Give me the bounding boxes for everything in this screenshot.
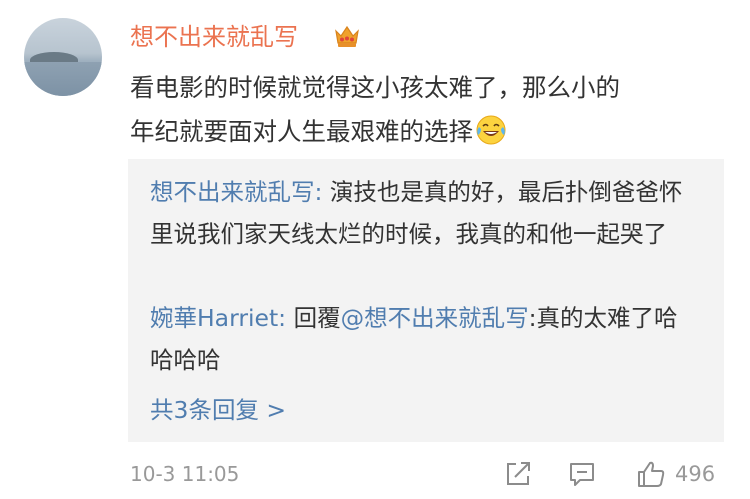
reply-prefix: 回覆 (286, 304, 341, 332)
reply-item[interactable]: 想不出来就乱写: 演技也是真的好，最后扑倒爸爸怀里说我们家天线太烂的时候，我真的… (150, 171, 690, 255)
avatar-sea (24, 62, 102, 96)
comment-body: 看电影的时候就觉得这小孩太难了，那么小的年纪就要面对人生最艰难的选择 (130, 66, 630, 154)
comment-username[interactable]: 想不出来就乱写 (130, 20, 298, 54)
more-replies-link[interactable]: 共3条回复 > (150, 389, 286, 431)
reply-item[interactable]: 婉華Harriet: 回覆@想不出来就乱写:真的太难了哈哈哈哈 (150, 297, 690, 381)
reply-author[interactable]: 婉華Harriet: (150, 304, 286, 332)
comment-text: 看电影的时候就觉得这小孩太难了，那么小的年纪就要面对人生最艰难的选择 (130, 73, 620, 146)
crown-icon (335, 25, 359, 47)
reply-mention[interactable]: @想不出来就乱写 (341, 304, 529, 332)
avatar[interactable] (24, 18, 102, 96)
reply-author[interactable]: 想不出来就乱写: (150, 178, 322, 206)
share-icon[interactable] (503, 459, 533, 489)
laugh-cry-emoji-icon (476, 115, 506, 145)
thumbs-up-icon[interactable] (636, 459, 666, 489)
comment-icon[interactable] (567, 459, 597, 489)
timestamp: 10-3 11:05 (130, 462, 240, 486)
avatar-rocks (30, 52, 78, 62)
comment-footer: 10-3 11:05 496 (130, 456, 724, 492)
replies-panel[interactable]: 想不出来就乱写: 演技也是真的好，最后扑倒爸爸怀里说我们家天线太烂的时候，我真的… (128, 159, 724, 442)
like-count: 496 (675, 462, 716, 486)
